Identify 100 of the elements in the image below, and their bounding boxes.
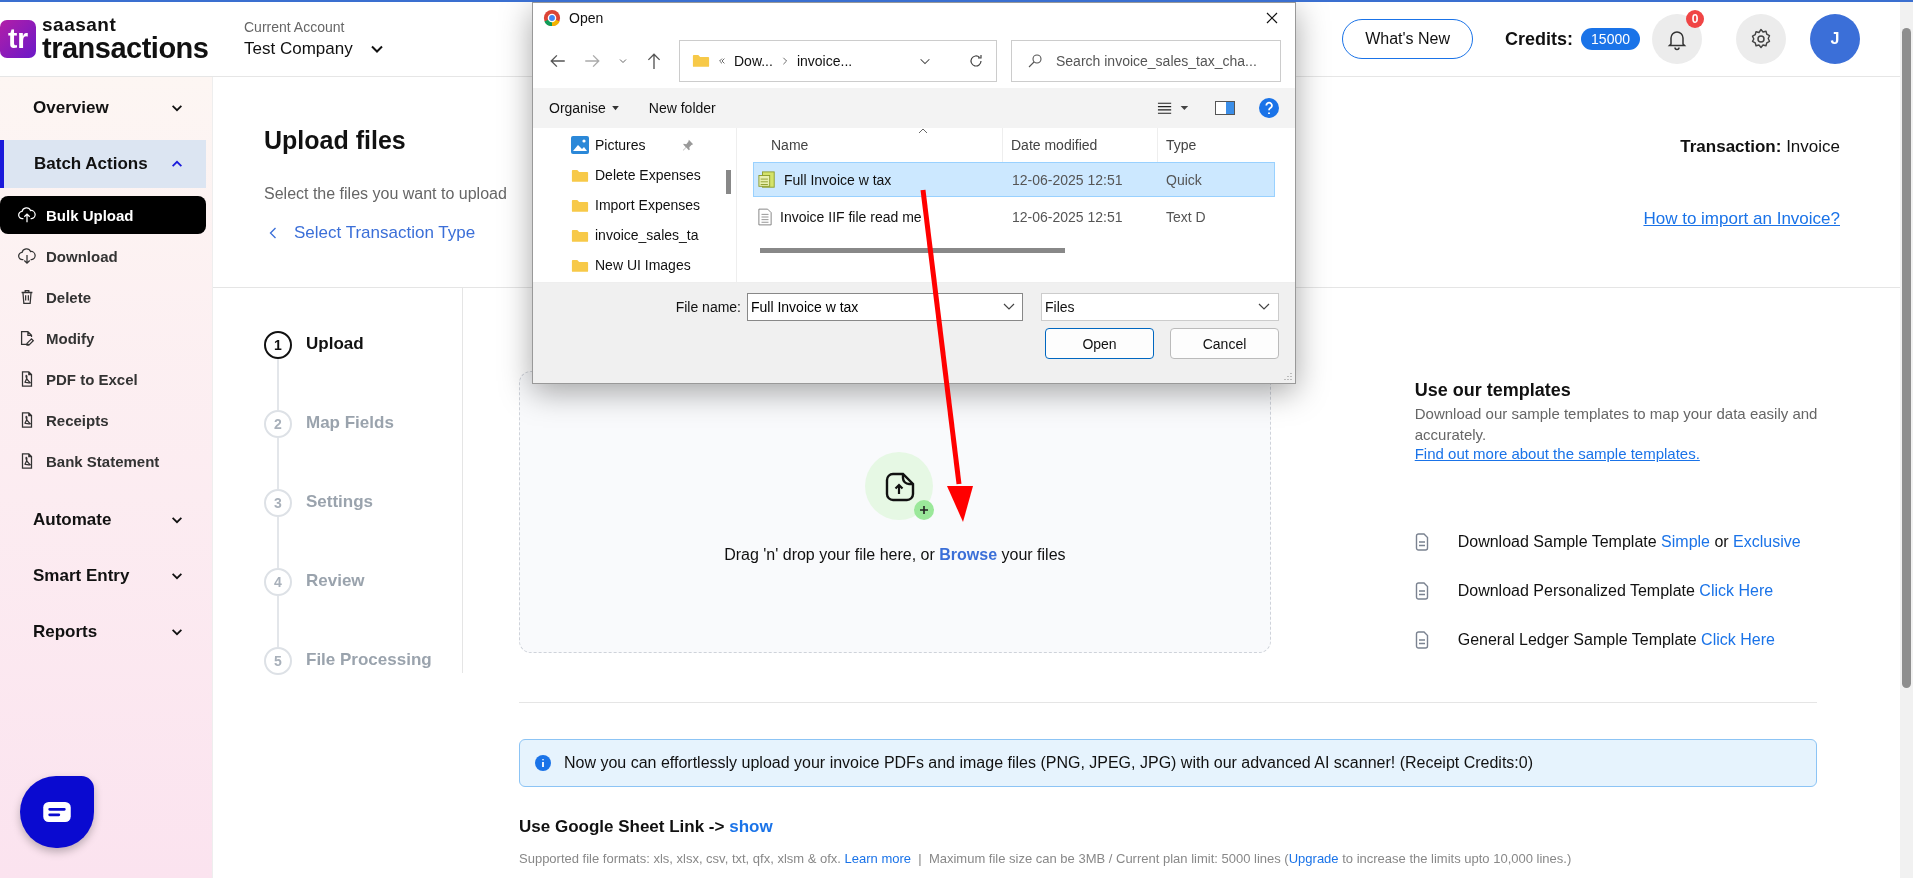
sidebar-item[interactable]: Delete [0, 278, 206, 316]
sidebar-item[interactable]: Receipts [0, 401, 206, 439]
supported-formats-text: Supported file formats: xls, xlsx, csv, txt, qfx, xlsm & ofx. Learn more | Maximum file size can be 3MB / Current plan limit: 5000 lines (Upgrade to increase the limits upto 10,000 lines.) [519, 851, 1573, 866]
step-number: 5 [264, 647, 292, 675]
organise-menu[interactable]: Organise [549, 100, 619, 116]
sidebar-section[interactable]: Batch Actions [0, 140, 206, 188]
transaction-type: Transaction: Invoice [1680, 137, 1840, 157]
templates-description: Download our sample templates to map your data easily and accurately. [1414, 404, 1819, 445]
step-label: Settings [306, 491, 374, 512]
open-button[interactable]: Open [1045, 328, 1154, 359]
google-sheet-heading: Use Google Sheet Link -> show [519, 817, 774, 837]
chevron-right-icon [780, 56, 789, 65]
page-title: Upload files [264, 126, 407, 155]
spreadsheet-file-icon [758, 170, 776, 189]
template-link[interactable]: Exclusive [1733, 533, 1801, 550]
document-icon [1414, 582, 1429, 600]
step-number: 4 [264, 568, 292, 596]
dialog-title: Open [569, 10, 604, 26]
pin-icon [681, 139, 694, 151]
chat-button[interactable] [20, 776, 94, 848]
sidebar-item[interactable]: PDF to Excel [0, 360, 206, 398]
credits-count: 15000 [1581, 28, 1640, 50]
templates-heading: Use our templates [1414, 380, 1572, 401]
up-arrow-icon[interactable] [645, 51, 663, 70]
file-type-dropdown[interactable]: Files [1041, 293, 1279, 321]
folder-icon [692, 53, 710, 68]
breadcrumb[interactable]: Dow... [734, 52, 773, 69]
sidebar-item[interactable]: Modify [0, 319, 206, 357]
pictures-icon [571, 136, 589, 154]
preview-pane-icon[interactable] [1215, 100, 1235, 116]
document-icon [1414, 533, 1429, 551]
view-options-icon[interactable] [1157, 100, 1191, 116]
account-selector[interactable]: Test Company [244, 39, 385, 59]
address-bar[interactable]: Dow... invoice... [679, 39, 997, 82]
sidebar-section[interactable]: Overview [0, 84, 206, 132]
scrollbar-thumb[interactable] [726, 170, 731, 194]
folder-tree-item[interactable]: invoice_sales_ta [571, 220, 726, 250]
step-number: 1 [264, 331, 292, 359]
templates-info-link[interactable]: Find out more about the sample templates. [1414, 445, 1700, 462]
new-folder-button[interactable]: New folder [648, 100, 716, 116]
account-label: Current Account [244, 19, 346, 35]
drop-instructions: Drag 'n' drop your file here, or Browse your files [724, 546, 1066, 564]
column-header[interactable]: Type [1158, 137, 1197, 153]
file-name-label: File name: [675, 299, 741, 315]
folder-tree-item[interactable]: Import Expenses [571, 190, 726, 220]
template-download-text: Download Sample Template Simple or Exclusive [1457, 533, 1801, 551]
resize-grip-icon[interactable] [1282, 370, 1292, 380]
help-icon[interactable] [1259, 98, 1279, 118]
help-link[interactable]: How to import an Invoice? [1643, 209, 1840, 229]
chat-icon [42, 801, 72, 823]
chevron-left-icon [268, 226, 278, 240]
step-label: Upload [306, 333, 364, 354]
sidebar-section[interactable]: Reports [0, 608, 206, 656]
document-icon [1414, 631, 1429, 649]
refresh-icon[interactable] [968, 52, 984, 69]
sidebar-item[interactable]: Bulk Upload [0, 196, 206, 234]
settings-button[interactable] [1736, 14, 1786, 64]
settings-icon [1749, 27, 1773, 51]
template-link[interactable]: Click Here [1699, 582, 1774, 599]
browse-link[interactable]: Browse [939, 546, 998, 563]
folder-tree-item[interactable]: New UI Images [571, 250, 726, 280]
show-link[interactable]: show [729, 817, 773, 836]
template-link[interactable]: Click Here [1701, 631, 1775, 648]
inline-link[interactable]: Learn more [844, 851, 912, 866]
logo-brand: saasant [42, 15, 118, 34]
double-chevron-icon [718, 56, 726, 65]
folder-tree-item[interactable]: Pictures [571, 130, 726, 160]
sidebar-section[interactable]: Automate [0, 496, 206, 544]
info-message: Now you can effortlessly upload your invoice PDFs and image files (PNG, JPEG, JPG) with our advanced AI scanner! (Receipt Credits:0) [564, 754, 1533, 772]
breadcrumb[interactable]: invoice... [796, 52, 853, 69]
page-subtitle: Select the files you want to upload [264, 185, 507, 203]
folder-tree-item[interactable]: Delete Expenses [571, 160, 726, 190]
file-drop-zone[interactable]: Drag 'n' drop your file here, or Browse your files [519, 371, 1271, 653]
file-row[interactable]: Invoice IIF file read me 12-06-2025 12:51 Text D [753, 199, 1275, 234]
search-icon [1027, 52, 1043, 69]
sidebar-item[interactable]: Download [0, 237, 206, 275]
folder-icon [571, 167, 589, 183]
template-download-text: Download Personalized Template Click Here [1457, 582, 1774, 600]
template-link[interactable]: Simple [1661, 533, 1710, 550]
chevron-down-icon[interactable] [1003, 303, 1015, 311]
avatar-button[interactable]: J [1810, 14, 1860, 64]
step-label: Review [306, 570, 365, 591]
back-link[interactable]: Select Transaction Type [264, 223, 507, 243]
search-field[interactable]: Search invoice_sales_tax_cha... [1011, 39, 1281, 82]
template-download-text: General Ledger Sample Template Click Here [1457, 631, 1775, 649]
file-name-field[interactable]: Full Invoice w tax [747, 293, 1023, 321]
notifications-button[interactable] [1652, 14, 1702, 64]
sidebar-section[interactable]: Smart Entry [0, 552, 206, 600]
scrollbar[interactable] [1900, 2, 1913, 878]
logo-product: transactions [42, 34, 209, 63]
sidebar-item[interactable]: Bank Statement [0, 442, 206, 480]
cancel-button[interactable]: Cancel [1170, 328, 1279, 359]
scrollbar-thumb[interactable] [760, 248, 1065, 253]
inline-link[interactable]: Upgrade [1288, 851, 1339, 866]
step-label: File Processing [306, 649, 432, 670]
file-row[interactable]: Full Invoice w tax 12-06-2025 12:51 Quick [753, 162, 1275, 197]
step-number: 3 [264, 489, 292, 517]
logo-mark: tr [0, 20, 36, 58]
document-pen-icon [18, 329, 36, 347]
folder-icon [571, 227, 589, 243]
